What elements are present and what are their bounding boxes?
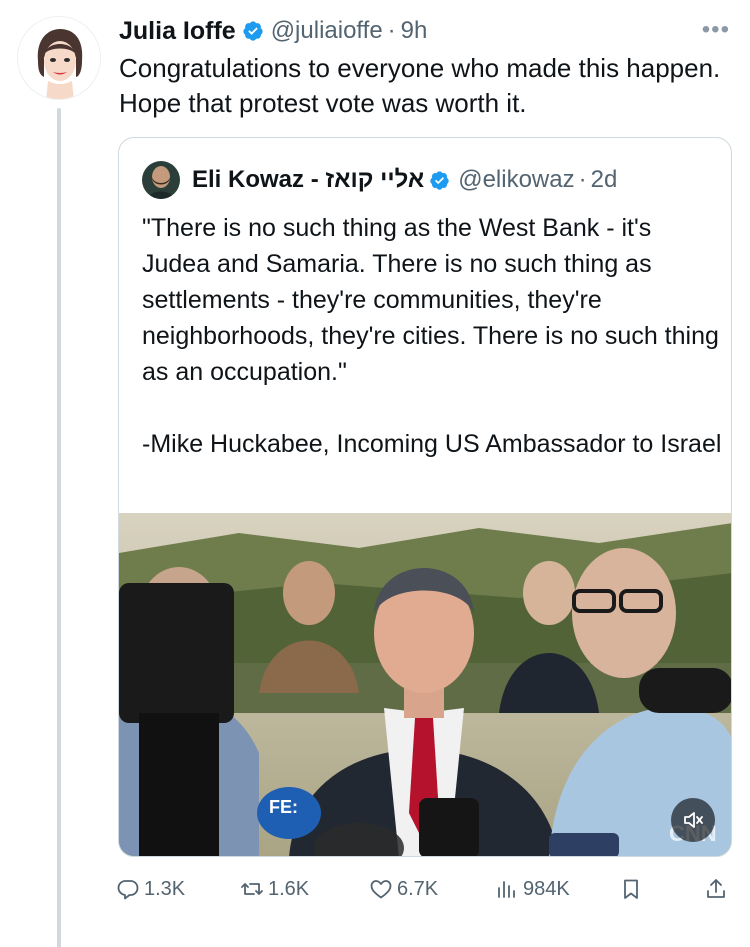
more-icon[interactable]: ••• <box>702 16 730 44</box>
retweet-button[interactable]: 1.6K <box>240 873 309 905</box>
quoted-author-avatar[interactable] <box>142 161 180 199</box>
reply-count: 1.3K <box>144 877 186 900</box>
quoted-avatar-illustration <box>142 161 180 199</box>
quoted-video-thumbnail[interactable]: FE: CNN <box>119 513 731 856</box>
quoted-author-handle[interactable]: @elikowaz <box>458 166 574 194</box>
like-count: 6.7K <box>397 877 439 900</box>
verified-badge-icon <box>243 21 263 41</box>
reply-button[interactable]: 1.3K <box>116 873 185 905</box>
quoted-tweet-header: Eli Kowaz - אליי קואז @elikowaz · 2d <box>142 160 715 200</box>
header-separator: · <box>387 17 396 44</box>
quoted-header-separator: · <box>578 166 587 193</box>
share-icon <box>707 879 725 898</box>
thread-line <box>57 108 61 947</box>
reply-icon <box>117 880 139 900</box>
quoted-tweet-card[interactable]: Eli Kowaz - אליי קואז @elikowaz · 2d "Th… <box>118 137 732 857</box>
video-frame-illustration: FE: CNN <box>119 513 731 856</box>
views-button[interactable]: 984K <box>495 873 570 905</box>
retweet-icon <box>241 883 263 895</box>
like-button[interactable]: 6.7K <box>369 873 438 905</box>
retweet-count: 1.6K <box>268 877 310 900</box>
tweet-header: Julia Ioffe @juliaioffe · 9h ••• <box>119 14 730 48</box>
views-icon <box>498 881 515 898</box>
like-icon <box>370 880 392 899</box>
quoted-author-name[interactable]: Eli Kowaz - אליי קואז <box>192 166 424 194</box>
author-avatar[interactable] <box>17 16 101 100</box>
bookmark-icon <box>624 879 638 899</box>
quoted-tweet-text: "There is no such thing as the West Bank… <box>142 214 722 458</box>
quoted-verified-badge-icon <box>430 170 449 190</box>
share-button[interactable] <box>704 873 732 905</box>
author-name[interactable]: Julia Ioffe <box>119 17 236 46</box>
tweet-text: Congratulations to everyone who made thi… <box>119 53 721 118</box>
tweet-action-bar: 1.3K 1.6K 6.7K 984K <box>116 873 736 905</box>
tweet-timestamp[interactable]: 9h <box>401 17 428 45</box>
speaker-muted-glyph <box>684 812 703 828</box>
media-badge-text: FE: <box>269 797 298 817</box>
bookmark-button[interactable] <box>619 873 647 905</box>
views-count: 984K <box>523 877 570 900</box>
quoted-timestamp[interactable]: 2d <box>591 166 618 194</box>
avatar-illustration <box>18 17 100 99</box>
author-handle[interactable]: @juliaioffe <box>271 17 383 45</box>
mute-icon[interactable] <box>671 798 715 842</box>
